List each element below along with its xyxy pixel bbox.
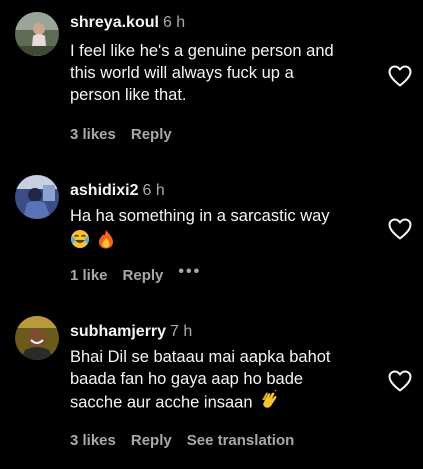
comment-text-line: baada fan ho gaya aap ho bade [70,370,304,388]
comment-actions: 1 like Reply ••• [70,263,216,285]
avatar[interactable] [15,316,59,360]
comment-text-line: sacche aur acche insaan [70,389,375,416]
reply-button[interactable]: Reply [131,126,172,143]
avatar[interactable] [15,12,59,56]
more-options-icon[interactable]: ••• [178,263,201,280]
comment-actions: 3 likes Reply See translation [70,432,309,450]
emoji-line [70,229,375,255]
likes-count[interactable]: 3 likes [70,126,116,143]
timestamp: 6 h [162,14,186,31]
comment-text-line: this world will always fuck up a [70,64,294,82]
comment-text: Bhai Dil se bataau mai aapka bahot baada… [70,346,375,416]
face-with-tears-of-joy-icon [70,229,90,255]
avatar-image [15,316,59,360]
timestamp: 7 h [170,323,193,340]
see-translation-link[interactable]: See translation [187,432,295,449]
like-heart-icon[interactable] [388,370,412,392]
username[interactable]: ashidixi2 [70,182,138,199]
reply-button[interactable]: Reply [123,267,164,284]
comment-text-segment: sacche aur acche insaan [70,393,253,412]
comment-header: shreya.koul 6 h [70,13,185,33]
like-heart-icon[interactable] [388,218,412,240]
comment-header: subhamjerry 7 h [70,322,192,342]
username[interactable]: shreya.koul [70,14,159,31]
comment-text-line: I feel like he's a genuine person and [70,42,334,60]
comment-text: I feel like he's a genuine person and th… [70,40,375,106]
likes-count[interactable]: 3 likes [70,432,116,449]
avatar-image [15,12,59,56]
comment-text: Ha ha something in a sarcastic way [70,205,375,255]
comment-actions: 3 likes Reply [70,126,187,144]
timestamp: 6 h [142,182,165,199]
username[interactable]: subhamjerry [70,323,166,340]
clapping-hands-icon [259,389,279,416]
avatar[interactable] [15,175,59,219]
like-heart-icon[interactable] [388,65,412,87]
reply-button[interactable]: Reply [131,432,172,449]
avatar-image [15,175,59,219]
comment-text-line: Ha ha something in a sarcastic way [70,207,330,225]
fire-icon [97,229,115,255]
comment-header: ashidixi2 6 h [70,181,165,201]
likes-count[interactable]: 1 like [70,267,108,284]
comment-text-line: Bhai Dil se bataau mai aapka bahot [70,348,331,366]
comment-text-line: person like that. [70,86,187,104]
